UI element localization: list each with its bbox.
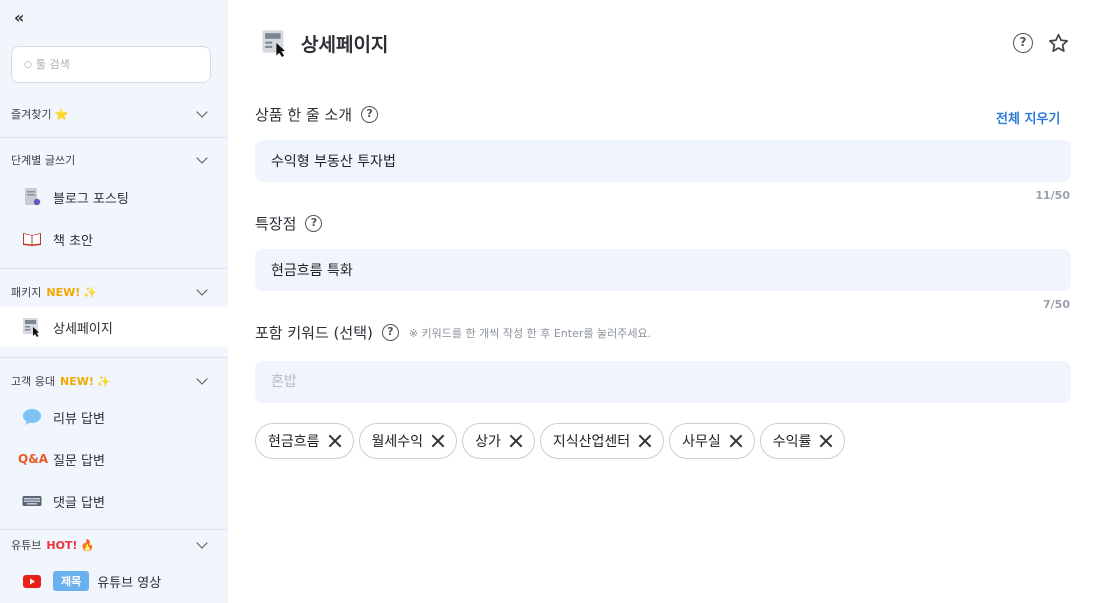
collapse-sidebar-button[interactable]: «: [14, 8, 34, 28]
document-icon: [22, 187, 42, 207]
keyword-chip-label: 현금흐름: [268, 434, 320, 450]
feature-char-counter: 7/50: [1043, 298, 1070, 311]
close-icon[interactable]: [729, 434, 743, 448]
sidebar-item-label: 블로그 포스팅: [53, 191, 129, 207]
section-favorites-label: 즐겨찾기: [11, 108, 52, 121]
keyword-chip: 상가: [462, 423, 535, 459]
help-icon[interactable]: ?: [1013, 33, 1033, 53]
keyword-chip: 현금흐름: [255, 423, 354, 459]
keyword-chip: 사무실: [669, 423, 755, 459]
sparkle-icon: ✨: [83, 285, 97, 299]
sidebar-item-blog-posting[interactable]: 블로그 포스팅: [0, 177, 228, 217]
chevron-down-icon: [196, 106, 208, 118]
new-badge: NEW!: [59, 374, 94, 388]
divider: [0, 529, 228, 530]
chevron-down-icon: [196, 284, 208, 296]
sidebar-item-question-reply[interactable]: Q&A 질문 답변: [0, 439, 228, 479]
speech-bubble-icon: [22, 407, 42, 427]
keyword-input[interactable]: [255, 361, 1071, 403]
section-youtube[interactable]: 유튜브 HOT! 🔥: [0, 531, 228, 559]
sidebar-item-comment-reply[interactable]: 댓글 답변: [0, 481, 228, 521]
keyword-chip: 수익률: [759, 423, 846, 459]
chevron-down-icon: [196, 537, 208, 549]
keywords-field-label: 포함 키워드 (선택) ? ※ 키워드를 한 개씩 작성 한 후 Enter를 …: [255, 322, 651, 343]
search-icon: ○: [24, 59, 32, 70]
intro-char-counter: 11/50: [1035, 189, 1070, 202]
hot-badge: HOT!: [46, 538, 78, 552]
keyword-chip-label: 사무실: [682, 434, 721, 450]
feature-field-label: 특장점 ?: [255, 213, 323, 234]
qa-icon: Q&A: [18, 452, 48, 466]
sidebar-item-youtube-video[interactable]: 제목 유튜브 영상: [0, 561, 228, 601]
help-icon[interactable]: ?: [361, 106, 379, 123]
chevron-down-icon: [196, 373, 208, 385]
sidebar-item-label: 댓글 답변: [53, 495, 105, 511]
clear-all-button[interactable]: 전체 지우기: [996, 108, 1060, 127]
intro-label-text: 상품 한 줄 소개: [255, 106, 353, 124]
intro-input[interactable]: [255, 140, 1071, 182]
feature-label-text: 특장점: [255, 215, 297, 233]
open-book-icon: [22, 229, 42, 249]
detail-page-icon: [261, 29, 289, 57]
section-customer-label: 고객 응대: [11, 375, 55, 388]
section-package[interactable]: 패키지 NEW! ✨: [0, 278, 228, 306]
youtube-icon: [22, 571, 42, 591]
keywords-label-text: 포함 키워드 (선택): [255, 324, 373, 342]
close-icon[interactable]: [509, 434, 523, 448]
chevron-down-icon: [196, 152, 208, 164]
sidebar-item-label: 질문 답변: [53, 453, 105, 469]
sidebar-item-book-draft[interactable]: 책 초안: [0, 219, 228, 259]
divider: [0, 357, 228, 358]
keyword-chip-label: 월세수익: [371, 434, 424, 450]
section-youtube-label: 유튜브: [11, 539, 42, 552]
close-icon[interactable]: [328, 434, 342, 448]
keywords-hint: ※ 키워드를 한 개씩 작성 한 후 Enter를 눌러주세요.: [408, 326, 652, 340]
close-icon[interactable]: [431, 434, 445, 448]
section-step-writing-label: 단계별 글쓰기: [11, 154, 76, 167]
close-icon[interactable]: [819, 434, 833, 448]
section-step-writing[interactable]: 단계별 글쓰기: [0, 146, 228, 174]
help-icon[interactable]: ?: [381, 324, 399, 341]
section-package-label: 패키지: [11, 286, 42, 299]
detail-page-icon: [22, 317, 42, 337]
keyword-chip-label: 수익률: [772, 434, 812, 450]
divider: [0, 137, 228, 138]
help-icon[interactable]: ?: [305, 215, 323, 232]
divider: [0, 268, 228, 269]
tool-search-box[interactable]: ○: [11, 46, 211, 83]
keyword-chip-label: 상가: [475, 434, 501, 450]
sidebar-item-label: 유튜브 영상: [97, 575, 162, 591]
sparkle-icon: ✨: [96, 374, 111, 388]
sidebar-item-label: 책 초안: [53, 233, 94, 249]
intro-field-label: 상품 한 줄 소개 ?: [255, 104, 379, 125]
keyboard-icon: [22, 491, 42, 511]
keyword-chip: 지식산업센터: [539, 423, 665, 459]
sidebar-item-review-reply[interactable]: 리뷰 답변: [0, 397, 228, 437]
section-customer-response[interactable]: 고객 응대 NEW! ✨: [0, 367, 228, 395]
sidebar-item-label: 상세페이지: [53, 321, 113, 337]
keyword-chip-label: 지식산업센터: [552, 434, 631, 450]
close-icon[interactable]: [638, 434, 652, 448]
fire-icon: 🔥: [80, 538, 95, 552]
star-icon[interactable]: [1047, 32, 1070, 55]
sidebar-item-detail-page[interactable]: 상세페이지: [0, 307, 228, 347]
star-icon: ⭐: [54, 107, 69, 121]
sidebar: « ○ 즐겨찾기 ⭐ 단계별 글쓰기 블로그 포스팅 책 초안 패키지 NEW!…: [0, 0, 228, 603]
section-favorites[interactable]: 즐겨찾기 ⭐: [0, 100, 228, 128]
page-title: 상세페이지: [301, 34, 389, 56]
tool-search-input[interactable]: [35, 58, 196, 71]
subject-tag: 제목: [53, 571, 90, 591]
feature-input[interactable]: [255, 249, 1071, 291]
keyword-chip: 월세수익: [358, 423, 458, 459]
keyword-chip-list: 현금흐름 월세수익 상가 지식산업센터 사무실 수익률: [255, 423, 846, 459]
new-badge: NEW!: [46, 285, 81, 299]
sidebar-item-label: 리뷰 답변: [53, 411, 105, 427]
